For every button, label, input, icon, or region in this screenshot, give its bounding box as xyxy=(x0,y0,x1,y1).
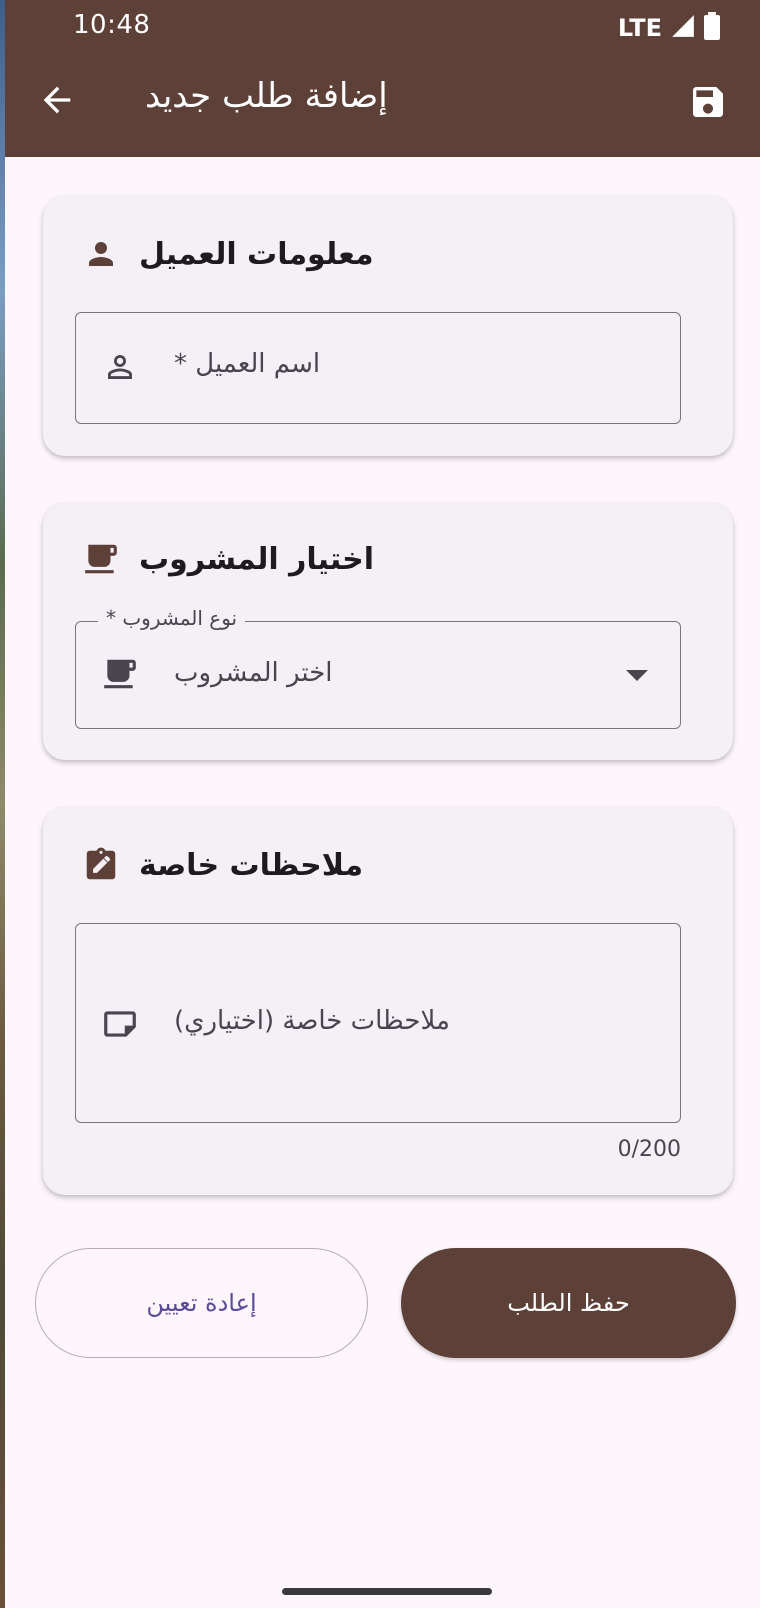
notes-card-header: ملاحظات خاصة xyxy=(81,845,695,885)
notes-char-counter: 0/200 xyxy=(617,1137,681,1162)
battery-icon xyxy=(704,12,720,44)
notes-input[interactable]: ملاحظات خاصة (اختياري) xyxy=(75,923,681,1123)
customer-card-header: معلومات العميل xyxy=(81,234,695,274)
gesture-nav-handle[interactable] xyxy=(282,1588,492,1595)
save-icon xyxy=(688,82,728,126)
signal-icon xyxy=(670,13,696,43)
save-order-button[interactable]: حفظ الطلب xyxy=(401,1248,736,1358)
customer-card-title: معلومات العميل xyxy=(139,236,374,272)
notes-card-title: ملاحظات خاصة xyxy=(139,847,364,883)
back-button[interactable] xyxy=(33,78,81,126)
network-type: LTE xyxy=(617,14,662,42)
drink-type-label: نوع المشروب * xyxy=(98,606,246,630)
coffee-icon xyxy=(100,654,140,694)
dropdown-arrow-icon xyxy=(626,670,648,681)
drink-type-dropdown[interactable]: نوع المشروب * اختر المشروب xyxy=(75,606,681,729)
customer-name-field[interactable]: اسم العميل * xyxy=(75,312,681,424)
arrow-back-icon xyxy=(37,80,77,124)
person-icon xyxy=(81,234,121,274)
drink-card-header: اختيار المشروب xyxy=(81,539,695,579)
notes-placeholder: ملاحظات خاصة (اختياري) xyxy=(174,1006,450,1036)
special-notes-card: ملاحظات خاصة ملاحظات خاصة (اختياري) 0/20… xyxy=(43,807,733,1195)
note-icon xyxy=(100,1004,140,1044)
drink-type-placeholder: اختر المشروب xyxy=(174,658,333,688)
status-time: 10:48 xyxy=(73,10,151,40)
reset-button[interactable]: إعادة تعيين xyxy=(35,1248,368,1358)
page-title: إضافة طلب جديد xyxy=(145,76,388,116)
save-toolbar-button[interactable] xyxy=(684,80,732,128)
drink-selection-card: اختيار المشروب نوع المشروب * اختر المشرو… xyxy=(43,503,733,760)
coffee-icon xyxy=(81,539,121,579)
status-indicators: LTE xyxy=(618,12,720,44)
drink-card-title: اختيار المشروب xyxy=(139,541,375,577)
top-app-bar: 10:48 LTE إضافة طلب جديد xyxy=(5,0,760,157)
person-outline-icon xyxy=(100,347,140,387)
edit-note-icon xyxy=(81,845,121,885)
customer-name-placeholder: اسم العميل * xyxy=(174,349,321,379)
customer-info-card: معلومات العميل اسم العميل * xyxy=(43,196,733,456)
app-screen: 10:48 LTE إضافة طلب جديد معلومات العميل … xyxy=(5,0,760,1608)
